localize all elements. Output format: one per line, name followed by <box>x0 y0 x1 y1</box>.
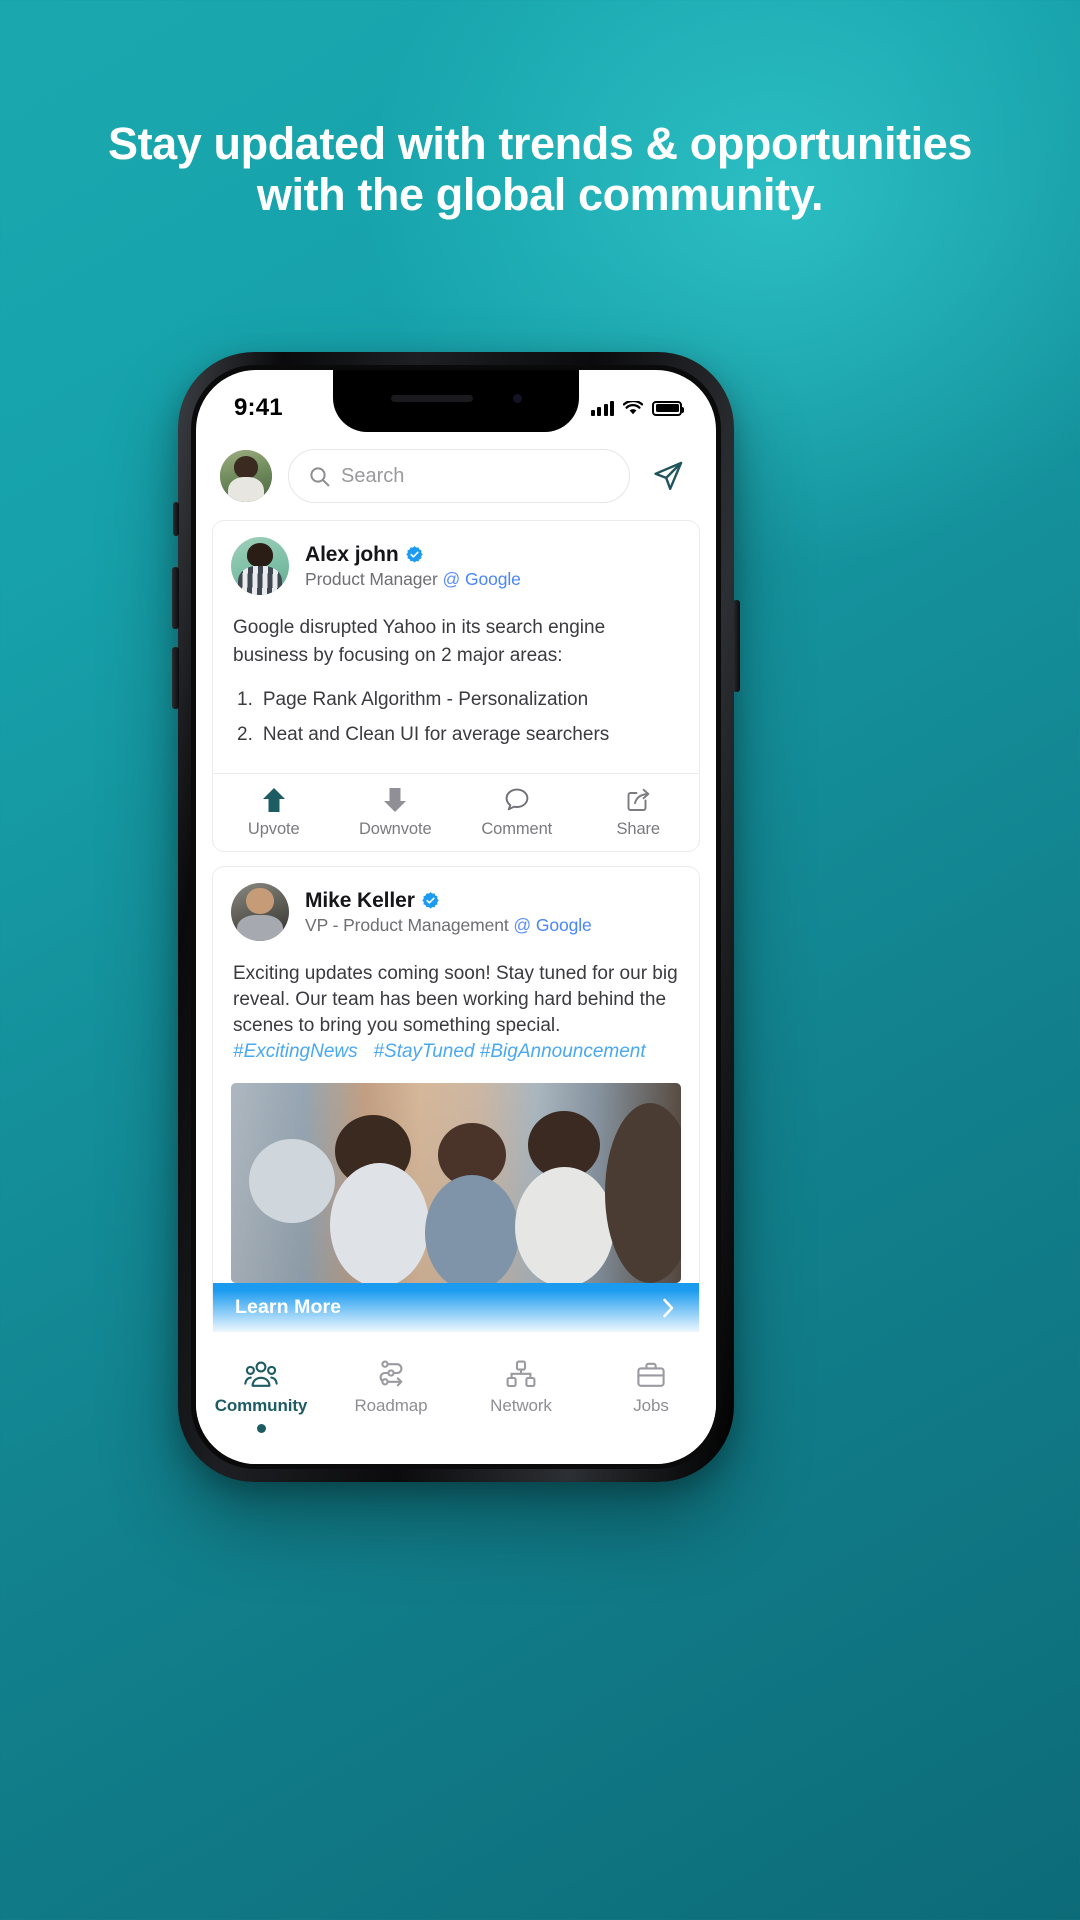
front-camera <box>512 393 522 403</box>
at-symbol: @ <box>442 568 461 589</box>
bottom-tab-bar: Community Roadmap Network Jobs <box>196 1348 716 1464</box>
search-placeholder: Search <box>341 464 405 487</box>
network-hierarchy-icon <box>506 1360 536 1388</box>
hashtag[interactable]: #BigAnnouncement <box>480 1041 646 1062</box>
upvote-arrow-icon <box>262 787 286 813</box>
downvote-arrow-icon <box>383 787 407 813</box>
post-text: Exciting updates coming soon! Stay tuned… <box>233 963 678 1037</box>
wifi-icon <box>623 400 643 414</box>
send-icon <box>654 461 683 490</box>
author-identity: Alex john Product Manager @ Google <box>305 543 521 590</box>
action-label: Downvote <box>358 820 432 839</box>
verified-badge-icon <box>405 546 423 563</box>
list-item: 2. Neat and Clean UI for average searche… <box>233 722 679 748</box>
downvote-button[interactable]: Downvote <box>335 1333 457 1348</box>
share-icon <box>625 787 651 813</box>
battery-full-icon <box>652 400 684 416</box>
author-role: VP - Product Management @ Google <box>305 915 592 936</box>
tab-label: Jobs <box>633 1396 669 1415</box>
comment-button[interactable]: Comment <box>456 774 578 851</box>
page-headline: Stay updated with trends & opportunities… <box>0 118 1080 221</box>
at-symbol: @ <box>513 914 532 935</box>
comment-bubble-icon <box>504 787 530 813</box>
post-ordered-list: 1. Page Rank Algorithm - Personalization… <box>233 687 679 748</box>
downvote-button[interactable]: Downvote <box>335 774 457 851</box>
post-text-line: Google disrupted Yahoo in its search eng… <box>233 617 606 638</box>
role-title: Product Manager <box>305 568 438 589</box>
post-actions: Upvote Downvote Co <box>213 773 699 851</box>
phone-mockup: 9:41 Search Alex john Product Manager @ … <box>172 352 740 1482</box>
phone-bezel: 9:41 Search Alex john Product Manager @ … <box>191 365 721 1469</box>
list-item-text: Page Rank Algorithm - Personalization <box>262 689 589 711</box>
chevron-right-icon <box>663 1298 674 1317</box>
action-label: Share <box>616 820 661 839</box>
search-icon <box>310 466 330 486</box>
tab-label: Community <box>214 1396 308 1415</box>
earpiece-speaker <box>390 394 473 402</box>
list-item-text: Neat and Clean UI for average searchers <box>262 724 610 746</box>
role-title: VP - Product Management <box>305 914 509 935</box>
post-feed[interactable]: Alex john Product Manager @ Google Googl… <box>196 520 716 1348</box>
tab-network[interactable]: Network <box>456 1360 586 1433</box>
roadmap-path-icon <box>379 1360 403 1387</box>
post-card[interactable]: Alex john Product Manager @ Google Googl… <box>212 520 700 853</box>
author-role: Product Manager @ Google <box>305 569 521 590</box>
post-card[interactable]: Mike Keller VP - Product Management @ Go… <box>212 866 700 1348</box>
silent-switch[interactable] <box>173 502 179 536</box>
tab-label: Network <box>490 1396 552 1415</box>
upvote-button[interactable]: Upvote <box>213 1333 335 1348</box>
headline-line-2: with the global community. <box>256 169 824 221</box>
phone-notch <box>333 370 579 432</box>
list-item: 1. Page Rank Algorithm - Personalization <box>233 687 679 713</box>
volume-down-button[interactable] <box>172 647 179 709</box>
verified-badge-icon <box>422 892 439 909</box>
status-icons <box>590 400 684 416</box>
list-item-number: 2. <box>237 724 253 746</box>
tab-roadmap[interactable]: Roadmap <box>326 1360 456 1433</box>
tab-label: Roadmap <box>354 1396 428 1415</box>
author-avatar[interactable] <box>231 883 289 942</box>
avatar[interactable] <box>220 450 272 502</box>
upvote-button[interactable]: Upvote <box>213 774 335 851</box>
post-image[interactable] <box>231 1083 681 1284</box>
headline-line-1: Stay updated with trends & opportunities <box>107 118 973 169</box>
post-actions: Upvote Downvote Co <box>213 1332 699 1348</box>
active-tab-indicator <box>256 1424 266 1433</box>
community-people-icon <box>244 1361 278 1387</box>
author-name: Alex john <box>305 542 399 566</box>
search-input[interactable]: Search <box>288 449 630 503</box>
tab-community[interactable]: Community <box>196 1360 326 1433</box>
power-button[interactable] <box>733 600 740 692</box>
author-avatar[interactable] <box>231 537 289 595</box>
comment-button[interactable]: Comment <box>456 1333 578 1348</box>
learn-more-cta[interactable]: Learn More <box>213 1283 699 1333</box>
author-org[interactable]: Google <box>536 915 592 935</box>
share-button[interactable]: Share <box>578 774 700 851</box>
phone-screen: 9:41 Search Alex john Product Manager @ … <box>196 370 716 1464</box>
briefcase-icon <box>637 1362 665 1387</box>
post-body: Google disrupted Yahoo in its search eng… <box>213 609 699 773</box>
author-name: Mike Keller <box>305 888 415 912</box>
send-button[interactable] <box>646 454 690 498</box>
post-body: Exciting updates coming soon! Stay tuned… <box>213 955 699 1081</box>
list-item-number: 1. <box>237 689 253 711</box>
hashtag[interactable]: #StayTuned <box>373 1041 474 1062</box>
post-header: Alex john Product Manager @ Google <box>213 521 699 609</box>
cellular-signal-icon <box>590 400 614 416</box>
share-button[interactable]: Share <box>578 1333 700 1348</box>
action-label: Upvote <box>247 820 300 839</box>
post-header: Mike Keller VP - Product Management @ Go… <box>213 867 699 955</box>
post-text-line: business by focusing on 2 major areas: <box>233 645 563 667</box>
author-identity: Mike Keller VP - Product Management @ Go… <box>305 889 592 936</box>
author-org[interactable]: Google <box>465 569 521 589</box>
app-top-bar: Search <box>196 432 716 520</box>
cta-label: Learn More <box>235 1296 342 1319</box>
volume-up-button[interactable] <box>172 567 179 629</box>
hashtag[interactable]: #ExcitingNews <box>233 1041 358 1062</box>
action-label: Comment <box>481 820 553 839</box>
status-time: 9:41 <box>234 394 283 421</box>
tab-jobs[interactable]: Jobs <box>586 1360 716 1433</box>
